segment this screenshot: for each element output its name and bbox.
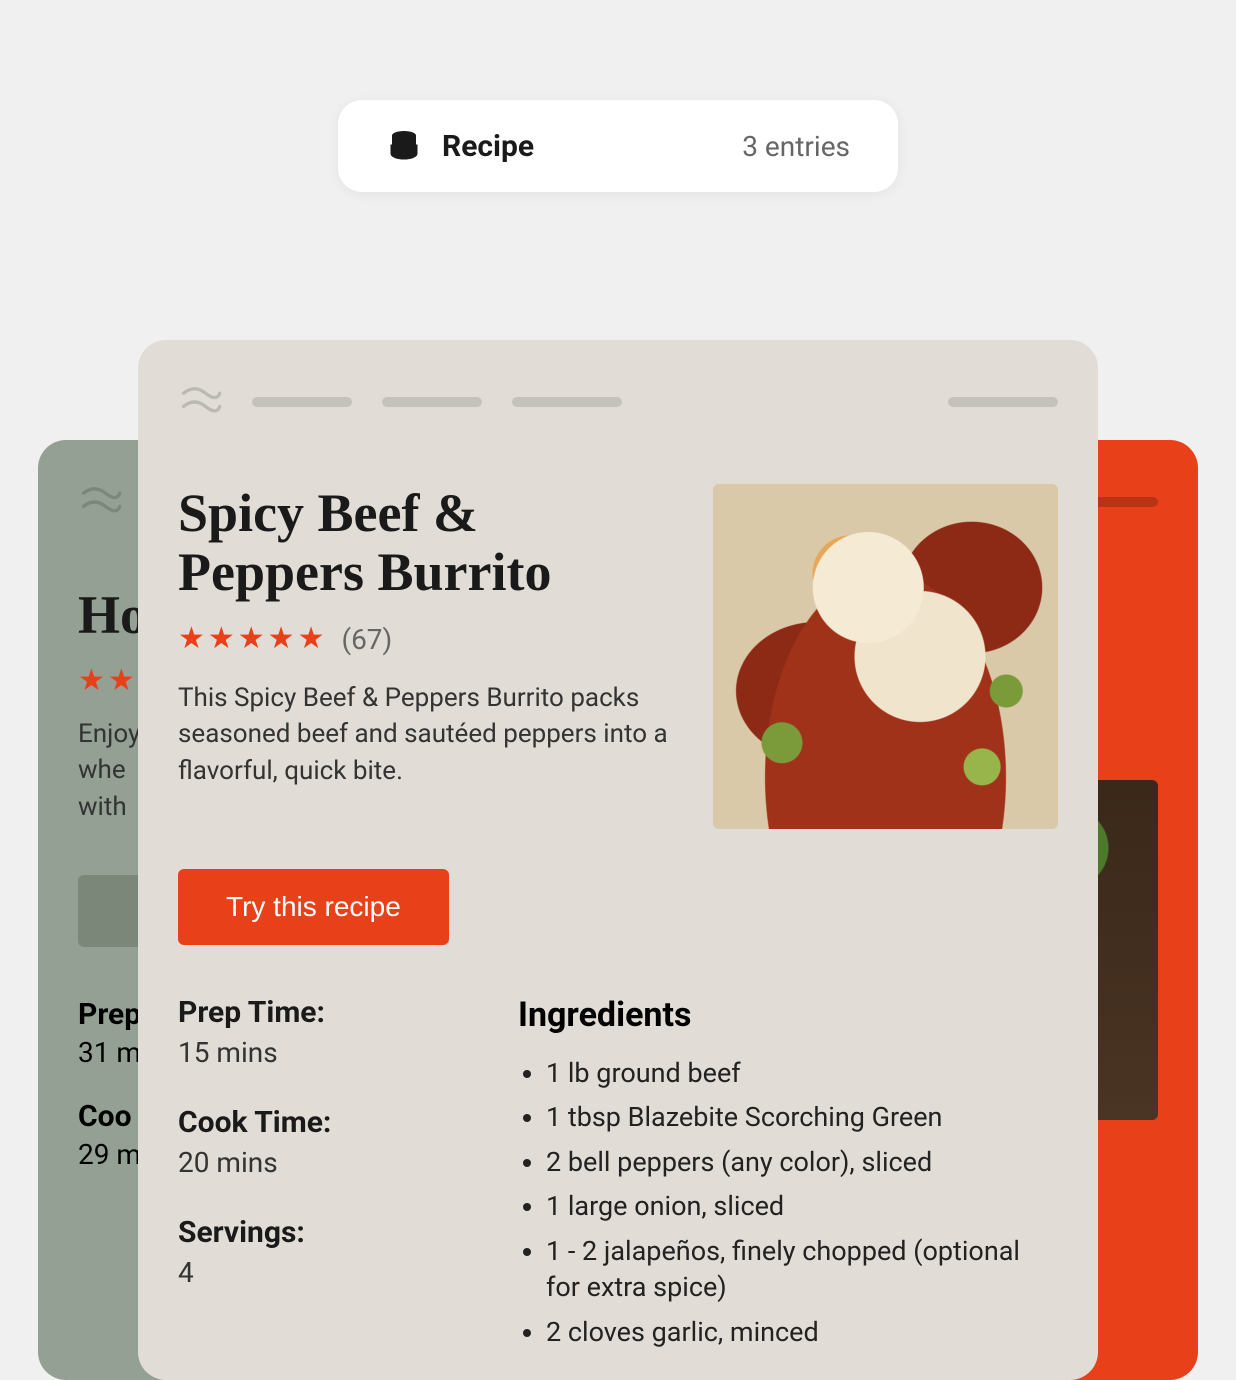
ingredient-item: 1 large onion, sliced <box>546 1188 1058 1224</box>
ingredient-item: 1 - 2 jalapeños, finely chopped (optiona… <box>546 1233 1058 1306</box>
desc-line: whe <box>78 755 126 785</box>
badge-title: Recipe <box>442 129 534 164</box>
nav-pill <box>512 397 622 407</box>
star-rating: ★★★★★ <box>178 624 327 654</box>
recipe-description: This Spicy Beef & Peppers Burrito packs … <box>178 680 673 789</box>
badge-left: Recipe <box>386 128 534 164</box>
rating-count: (67) <box>341 623 392 656</box>
card-stack: Ho ★★ Enjoy whe with Prep 31 m Coo 29 m <box>38 340 1198 1380</box>
database-icon <box>386 128 422 164</box>
servings-label: Servings: <box>178 1215 438 1250</box>
hero-section: Spicy Beef & Peppers Burrito ★★★★★ (67) … <box>178 484 1058 829</box>
ingredient-item: 2 cloves garlic, minced <box>546 1314 1058 1350</box>
hero-text: Spicy Beef & Peppers Burrito ★★★★★ (67) … <box>178 484 673 829</box>
ingredients-title: Ingredients <box>518 995 1058 1035</box>
logo-icon <box>78 480 122 524</box>
recipe-card-front: Spicy Beef & Peppers Burrito ★★★★★ (67) … <box>138 340 1098 1380</box>
cook-time-group: Cook Time: 20 mins <box>178 1105 438 1179</box>
ingredient-item: 2 bell peppers (any color), sliced <box>546 1144 1058 1180</box>
logo-icon <box>178 380 222 424</box>
desc-line: Enjoy <box>78 719 140 749</box>
nav-placeholder <box>252 397 918 407</box>
meta-column: Prep Time: 15 mins Cook Time: 20 mins Se… <box>178 995 438 1358</box>
nav-pill <box>252 397 352 407</box>
cook-time-label: Cook Time: <box>178 1105 438 1140</box>
recipe-image <box>713 484 1058 829</box>
cook-time-value: 20 mins <box>178 1146 438 1179</box>
prep-time-group: Prep Time: 15 mins <box>178 995 438 1069</box>
details-section: Prep Time: 15 mins Cook Time: 20 mins Se… <box>178 995 1058 1358</box>
card-header <box>178 380 1058 424</box>
desc-line: with <box>78 792 127 822</box>
ingredient-item: 1 lb ground beef <box>546 1055 1058 1091</box>
ingredient-item: 1 tbsp Blazebite Scorching Green <box>546 1099 1058 1135</box>
nav-pill <box>948 397 1058 407</box>
prep-time-label: Prep Time: <box>178 995 438 1030</box>
try-recipe-button[interactable]: Try this recipe <box>178 869 449 945</box>
entry-count-badge: Recipe 3 entries <box>338 100 898 192</box>
ingredients-column: Ingredients 1 lb ground beef 1 tbsp Blaz… <box>518 995 1058 1358</box>
servings-value: 4 <box>178 1256 438 1289</box>
nav-pill <box>382 397 482 407</box>
prep-time-value: 15 mins <box>178 1036 438 1069</box>
servings-group: Servings: 4 <box>178 1215 438 1289</box>
rating-row: ★★★★★ (67) <box>178 623 673 656</box>
badge-count: 3 entries <box>742 130 850 163</box>
recipe-title: Spicy Beef & Peppers Burrito <box>178 484 673 603</box>
ingredients-list: 1 lb ground beef 1 tbsp Blazebite Scorch… <box>518 1055 1058 1350</box>
